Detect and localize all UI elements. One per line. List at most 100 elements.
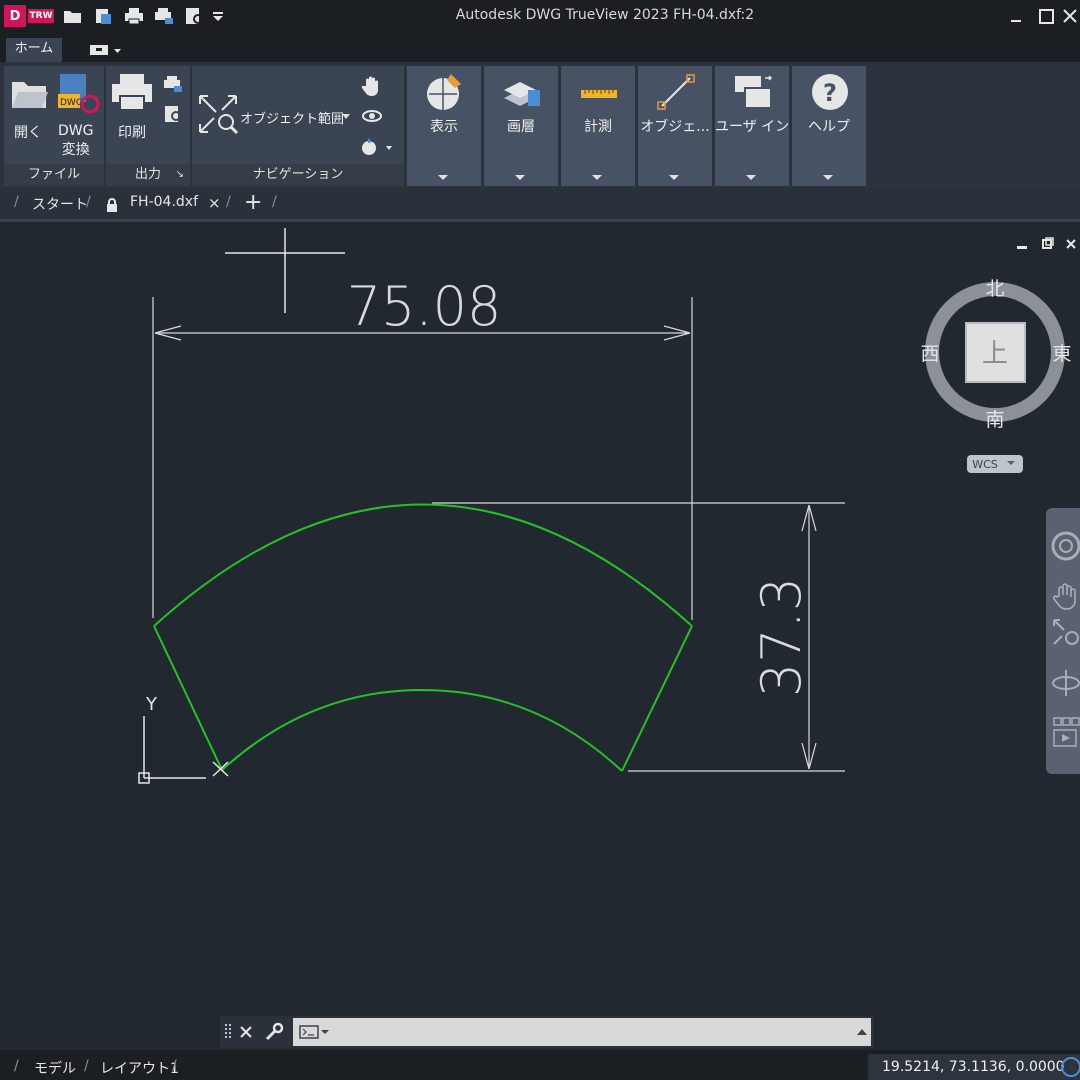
ribbon: 開く DWG DWG 変換 ファイル 印刷 出力 ↘ オブジェクト範囲 ナビゲーショ… <box>0 62 1080 188</box>
app-logo-text: TRW <box>28 9 54 23</box>
orbit-icon[interactable] <box>360 104 384 128</box>
svg-text:?: ? <box>823 79 837 107</box>
help-icon: ? <box>812 74 848 110</box>
customize-wrench-icon[interactable] <box>264 1022 284 1042</box>
dropdown-label-objects: オブジェ... <box>640 119 710 135</box>
dwg-convert-label-2: 変換 <box>61 142 90 158</box>
dwg-convert-button[interactable]: DWG 変換 <box>58 122 93 160</box>
chevron-down-icon <box>669 175 679 180</box>
dropdown-label-help: ヘルプ <box>808 119 850 135</box>
command-line <box>220 1016 874 1048</box>
viewport-close-icon[interactable] <box>1066 239 1076 249</box>
tab-separator: / <box>272 194 277 210</box>
print-icon[interactable] <box>123 6 145 26</box>
ribbon-dropdown-user-interface[interactable]: ユーザ イン... <box>715 66 789 186</box>
lock-icon <box>107 198 117 212</box>
batch-plot-small-icon[interactable] <box>162 74 184 94</box>
coordinates-readout[interactable]: 19.5214, 73.1136, 0.0000 <box>868 1054 1080 1080</box>
tab-separator: / <box>14 194 19 210</box>
compass-south-label[interactable]: 南 <box>985 409 1004 431</box>
ribbon-panel-file: 開く DWG DWG 変換 ファイル <box>4 66 104 186</box>
panel-title-output-label: 出力 <box>134 167 161 182</box>
layers-icon <box>504 82 540 106</box>
ucs-icon <box>138 716 229 784</box>
app-logo-letter: D <box>4 5 26 27</box>
ribbon-panel-output: 印刷 出力 ↘ <box>106 66 190 186</box>
ribbon-dropdown-layers[interactable]: 画層 <box>484 66 558 186</box>
command-grip-icon[interactable] <box>224 1022 232 1042</box>
zoom-extents-nav-icon[interactable] <box>1050 616 1080 648</box>
zoom-extents-icon[interactable] <box>196 92 240 136</box>
panel-launcher-icon[interactable]: ↘ <box>176 164 184 186</box>
layout-tab[interactable]: レイアウト1 <box>100 1058 179 1078</box>
tab-separator: / <box>86 194 91 210</box>
viewport-minimize-icon[interactable] <box>1017 246 1027 249</box>
compass-west-label[interactable]: 西 <box>920 343 939 365</box>
chevron-down-icon <box>438 175 448 180</box>
crosshair-cursor <box>225 228 345 313</box>
dropdown-label-layers: 画層 <box>507 119 535 135</box>
ribbon-tab-bar: ホーム <box>0 32 1080 62</box>
dimension-horizontal[interactable] <box>152 297 693 620</box>
view-icon <box>427 74 461 110</box>
batch-plot-icon[interactable] <box>153 6 175 26</box>
minimize-icon[interactable] <box>1002 4 1030 28</box>
viewport-controls[interactable] <box>1017 237 1076 249</box>
dwg-convert-icon[interactable]: DWG <box>56 72 100 116</box>
tab-start[interactable]: スタート <box>32 194 88 214</box>
compass-east-label[interactable]: 東 <box>1052 343 1071 365</box>
zoom-dropdown-icon[interactable] <box>342 114 350 120</box>
tab-home[interactable]: ホーム <box>6 38 62 62</box>
open-button[interactable]: 開く <box>14 122 42 142</box>
chevron-down-icon <box>515 175 525 180</box>
dropdown-label-measure: 計測 <box>584 119 612 135</box>
dropdown-label-user-interface: ユーザ イン... <box>715 119 789 135</box>
ribbon-panel-navigation: オブジェクト範囲 ナビゲーション <box>192 66 404 186</box>
pan-hand-icon[interactable] <box>360 74 384 98</box>
status-settings-icon[interactable] <box>1060 1056 1080 1078</box>
tab-file[interactable]: FH-04.dxf <box>130 194 198 210</box>
model-tab[interactable]: モデル <box>34 1058 76 1078</box>
orbit-nav-icon[interactable] <box>1050 668 1080 698</box>
viewport-restore-icon[interactable] <box>1042 237 1054 249</box>
ribbon-dropdown-help[interactable]: ? ヘルプ <box>792 66 866 186</box>
ribbon-dropdown-view[interactable]: 表示 <box>407 66 481 186</box>
drawing-viewport[interactable]: 75.08 37.3 Y 北 南 東 西 上 WCS <box>0 225 1080 1050</box>
command-input[interactable] <box>293 1018 871 1046</box>
command-history-icon[interactable] <box>857 1028 867 1036</box>
navigation-bar <box>1046 508 1080 774</box>
compass-north-label[interactable]: 北 <box>985 278 1004 300</box>
panel-title-output: 出力 ↘ <box>106 164 190 186</box>
app-logo[interactable]: D TRW <box>4 5 54 27</box>
full-navigation-wheel-icon[interactable] <box>1050 530 1080 562</box>
open-icon[interactable] <box>10 72 50 116</box>
ribbon-dropdown-measure[interactable]: 計測 <box>561 66 635 186</box>
tab-separator: / <box>226 194 231 210</box>
showmotion-icon[interactable] <box>1052 716 1080 752</box>
dimension-vertical-text: 37.3 <box>750 577 813 697</box>
close-icon[interactable] <box>1056 4 1080 28</box>
ribbon-dropdown-objects[interactable]: オブジェ... <box>638 66 712 186</box>
pan-icon[interactable] <box>1050 580 1080 612</box>
plot-preview-icon[interactable] <box>183 6 205 26</box>
plot-preview-small-icon[interactable] <box>162 104 184 124</box>
print-button[interactable]: 印刷 <box>118 122 146 142</box>
zoom-extents-button[interactable]: オブジェクト範囲 <box>240 108 344 127</box>
command-close-icon[interactable] <box>238 1024 254 1040</box>
drawing-canvas[interactable]: 75.08 37.3 Y 北 南 東 西 上 WCS <box>0 225 1080 1050</box>
tab-close-icon[interactable]: × <box>208 194 221 212</box>
command-prompt-icon[interactable] <box>299 1025 331 1039</box>
line-object-icon <box>657 74 695 110</box>
viewcube-top-label: 上 <box>982 339 1008 369</box>
dwg-convert-small-icon[interactable] <box>93 6 115 26</box>
new-tab-plus-icon[interactable]: + <box>244 190 262 215</box>
steering-wheel-icon[interactable] <box>360 136 394 158</box>
print-large-icon[interactable] <box>110 72 154 116</box>
annular-sector-geometry[interactable] <box>153 503 693 772</box>
user-interface-icon <box>735 75 773 109</box>
open-folder-icon[interactable] <box>62 6 84 26</box>
qat-dropdown-icon[interactable] <box>211 6 225 26</box>
chevron-down-icon <box>592 175 602 180</box>
panel-title-navigation: ナビゲーション <box>192 164 404 186</box>
workspace-switch-icon[interactable] <box>84 42 124 58</box>
